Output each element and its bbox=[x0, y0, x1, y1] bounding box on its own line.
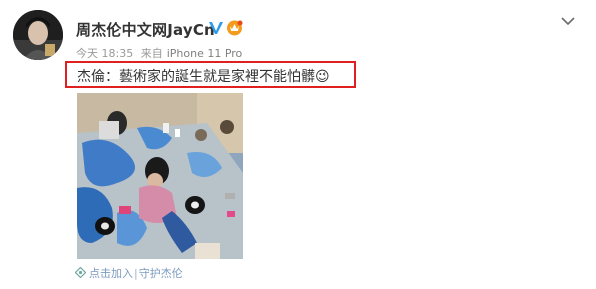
source-prefix: 来自 bbox=[140, 47, 163, 60]
author-avatar[interactable] bbox=[13, 10, 63, 60]
supertopic-separator: | bbox=[134, 267, 138, 280]
post-photo[interactable] bbox=[77, 93, 243, 259]
post-text: 杰倫：藝術家的誕生就是家裡不能怕髒😉 bbox=[77, 69, 330, 85]
supertopic-name[interactable]: 守护杰伦 bbox=[139, 267, 183, 280]
chevron-down-icon[interactable] bbox=[560, 15, 576, 27]
supertopic-action[interactable]: 点击加入 bbox=[89, 267, 133, 280]
weibo-post-card: 周杰伦中文网JayCn 今天 18:35 来自 iPhone 11 Pro 杰倫：… bbox=[0, 0, 596, 289]
post-source[interactable]: iPhone 11 Pro bbox=[167, 47, 243, 60]
author-name[interactable]: 周杰伦中文网JayCn bbox=[76, 19, 215, 40]
supertopic-link[interactable]: 点击加入|守护杰伦 bbox=[75, 265, 183, 281]
verified-v-icon bbox=[209, 22, 223, 34]
vip-crown-icon[interactable] bbox=[225, 19, 244, 36]
supertopic-diamond-icon bbox=[75, 267, 86, 278]
post-meta: 今天 18:35 来自 iPhone 11 Pro bbox=[76, 45, 246, 61]
post-time[interactable]: 今天 18:35 bbox=[76, 47, 133, 60]
